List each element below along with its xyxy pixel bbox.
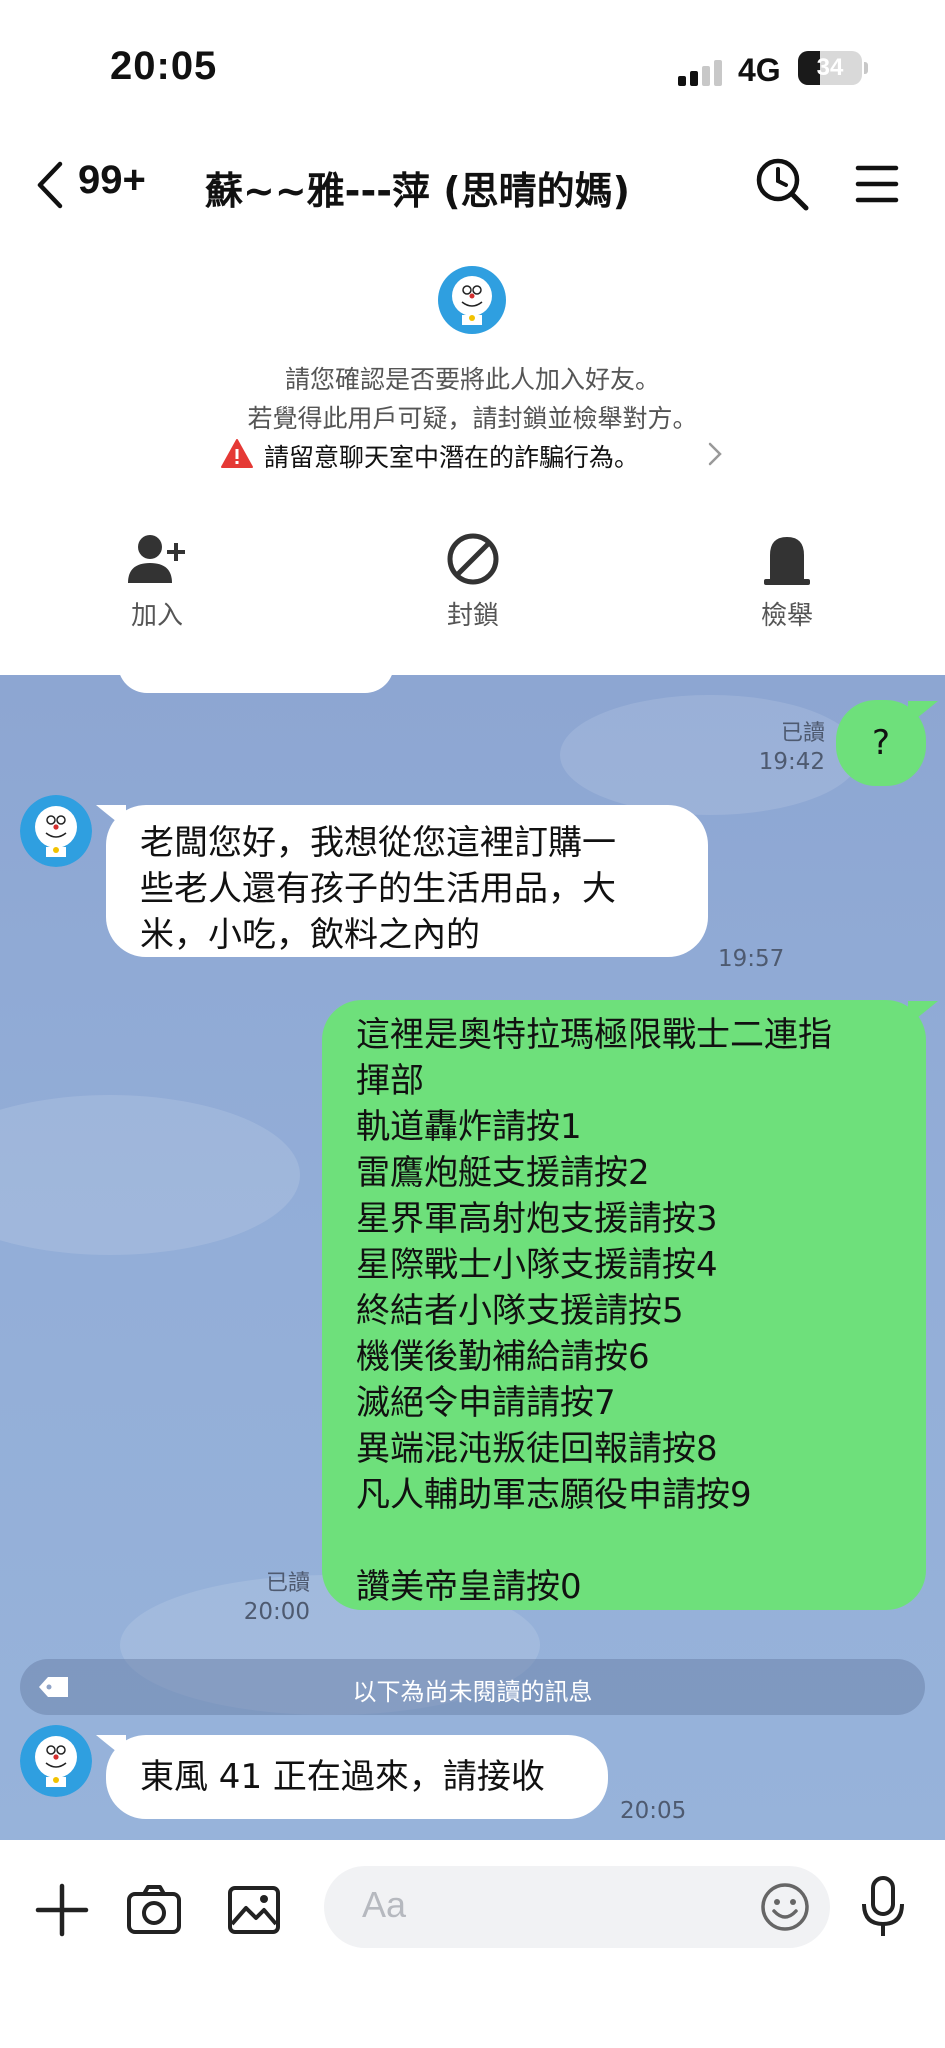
message-line: 機僕後勤補給請按6 <box>356 1337 650 1377</box>
message-line: 終結者小隊支援請按5 <box>356 1291 684 1331</box>
message-line: 雷鷹炮艇支援請按2 <box>356 1153 650 1193</box>
report-icon <box>764 537 810 585</box>
message-line: 滅絕令申請請按7 <box>356 1383 616 1423</box>
message-line: 星際戰士小隊支援請按4 <box>356 1245 718 1285</box>
message-line: 軌道轟炸請按1 <box>356 1107 582 1147</box>
microphone-icon[interactable] <box>858 1874 908 1940</box>
block-button[interactable]: 封鎖 <box>393 525 553 635</box>
message-line: 星界軍高射炮支援請按3 <box>356 1199 718 1239</box>
unread-count[interactable]: 99+ <box>78 158 146 203</box>
chevron-left-icon[interactable] <box>30 158 70 212</box>
outgoing-message-bubble[interactable]: 這裡是奧特拉瑪極限戰士二連指 揮部 軌道轟炸請按1 雷鷹炮艇支援請按2 星界軍高… <box>322 1000 926 1610</box>
message-text: 東風 41 正在過來，請接收 <box>140 1757 545 1797</box>
unread-divider-text: 以下為尚未閱讀的訊息 <box>352 1678 593 1706</box>
search-clock-icon[interactable] <box>752 154 812 214</box>
status-bar: 20:05 4G 34 <box>0 0 945 140</box>
message-line: 異端混沌叛徒回報請按8 <box>356 1429 718 1469</box>
message-line: 凡人輔助軍志願役申請按9 <box>356 1475 752 1515</box>
message-input-placeholder: Aa <box>362 1884 407 1925</box>
message-line: 這裡是奧特拉瑪極限戰士二連指 <box>356 1015 832 1055</box>
block-icon <box>447 533 499 585</box>
status-time: 20:05 <box>110 44 218 88</box>
message-input[interactable]: Aa <box>324 1866 830 1948</box>
report-button[interactable]: 檢舉 <box>707 525 867 635</box>
message-line: 揮部 <box>356 1061 424 1101</box>
message-line: 些老人還有孩子的生活用品，大 <box>140 869 616 909</box>
warning-triangle-icon <box>221 439 253 468</box>
battery-tip <box>864 62 868 74</box>
composer-bar: Aa <box>0 1840 945 2048</box>
chat-messages[interactable]: 已讀 19:42 ? 老闆您好，我想從您這裡訂購一 些老人還有孩子的生活用品，大… <box>0 675 945 1840</box>
battery-percent: 34 <box>816 54 844 81</box>
previous-message-bubble[interactable] <box>118 675 394 693</box>
chat-title[interactable]: 蘇~~雅---萍 (思晴的媽) <box>205 160 630 215</box>
message-line: 米，小吃，飲料之內的 <box>140 915 480 955</box>
incoming-message-bubble[interactable]: 東風 41 正在過來，請接收 <box>106 1735 608 1819</box>
add-friend-icon <box>128 535 185 583</box>
emoji-icon[interactable] <box>758 1880 812 1934</box>
bubble-tail <box>908 1001 938 1025</box>
notice-line-suspicious: 若覺得此用戶可疑，請封鎖並檢舉對方。 <box>247 404 698 433</box>
network-type: 4G <box>738 52 781 88</box>
hamburger-menu-icon[interactable] <box>852 162 902 206</box>
message-text: ? <box>871 723 891 763</box>
add-friend-button[interactable]: 加入 <box>77 525 237 635</box>
message-line <box>356 1518 892 1564</box>
camera-icon[interactable] <box>124 1880 184 1940</box>
report-label: 檢舉 <box>760 601 813 631</box>
friend-actions: 加入 封鎖 檢舉 <box>0 525 945 635</box>
chat-header: 99+ 蘇~~雅---萍 (思晴的媽) <box>0 140 945 230</box>
sender-avatar[interactable] <box>20 1725 92 1797</box>
message-meta: 19:57 <box>718 946 785 972</box>
scam-warning-text: 請留意聊天室中潛在的詐騙行為。 <box>264 443 640 472</box>
incoming-message-bubble[interactable]: 老闆您好，我想從您這裡訂購一 些老人還有孩子的生活用品，大 米，小吃，飲料之內的 <box>106 805 708 957</box>
plus-icon[interactable] <box>32 1880 92 1940</box>
sender-avatar[interactable] <box>20 795 92 867</box>
contact-avatar[interactable] <box>438 266 506 334</box>
image-icon[interactable] <box>224 1880 284 1940</box>
unread-divider: 以下為尚未閱讀的訊息 <box>20 1659 925 1715</box>
block-label: 封鎖 <box>446 601 499 631</box>
chevron-right-icon <box>708 442 722 466</box>
message-line: 老闆您好，我想從您這裡訂購一 <box>140 823 616 863</box>
signal-strength-icon <box>678 60 726 86</box>
message-meta: 已讀 20:00 <box>243 1571 310 1625</box>
message-line: 讚美帝皇請按0 <box>356 1567 582 1607</box>
scam-warning-row[interactable]: 請留意聊天室中潛在的詐騙行為。 <box>0 438 945 478</box>
add-friend-label: 加入 <box>130 601 183 631</box>
message-meta: 20:05 <box>620 1798 687 1824</box>
bubble-tail <box>908 701 938 725</box>
battery-icon: 34 <box>798 51 862 85</box>
message-meta: 已讀 19:42 <box>758 721 825 775</box>
notice-line-confirm: 請您確認是否要將此人加入好友。 <box>284 365 660 394</box>
